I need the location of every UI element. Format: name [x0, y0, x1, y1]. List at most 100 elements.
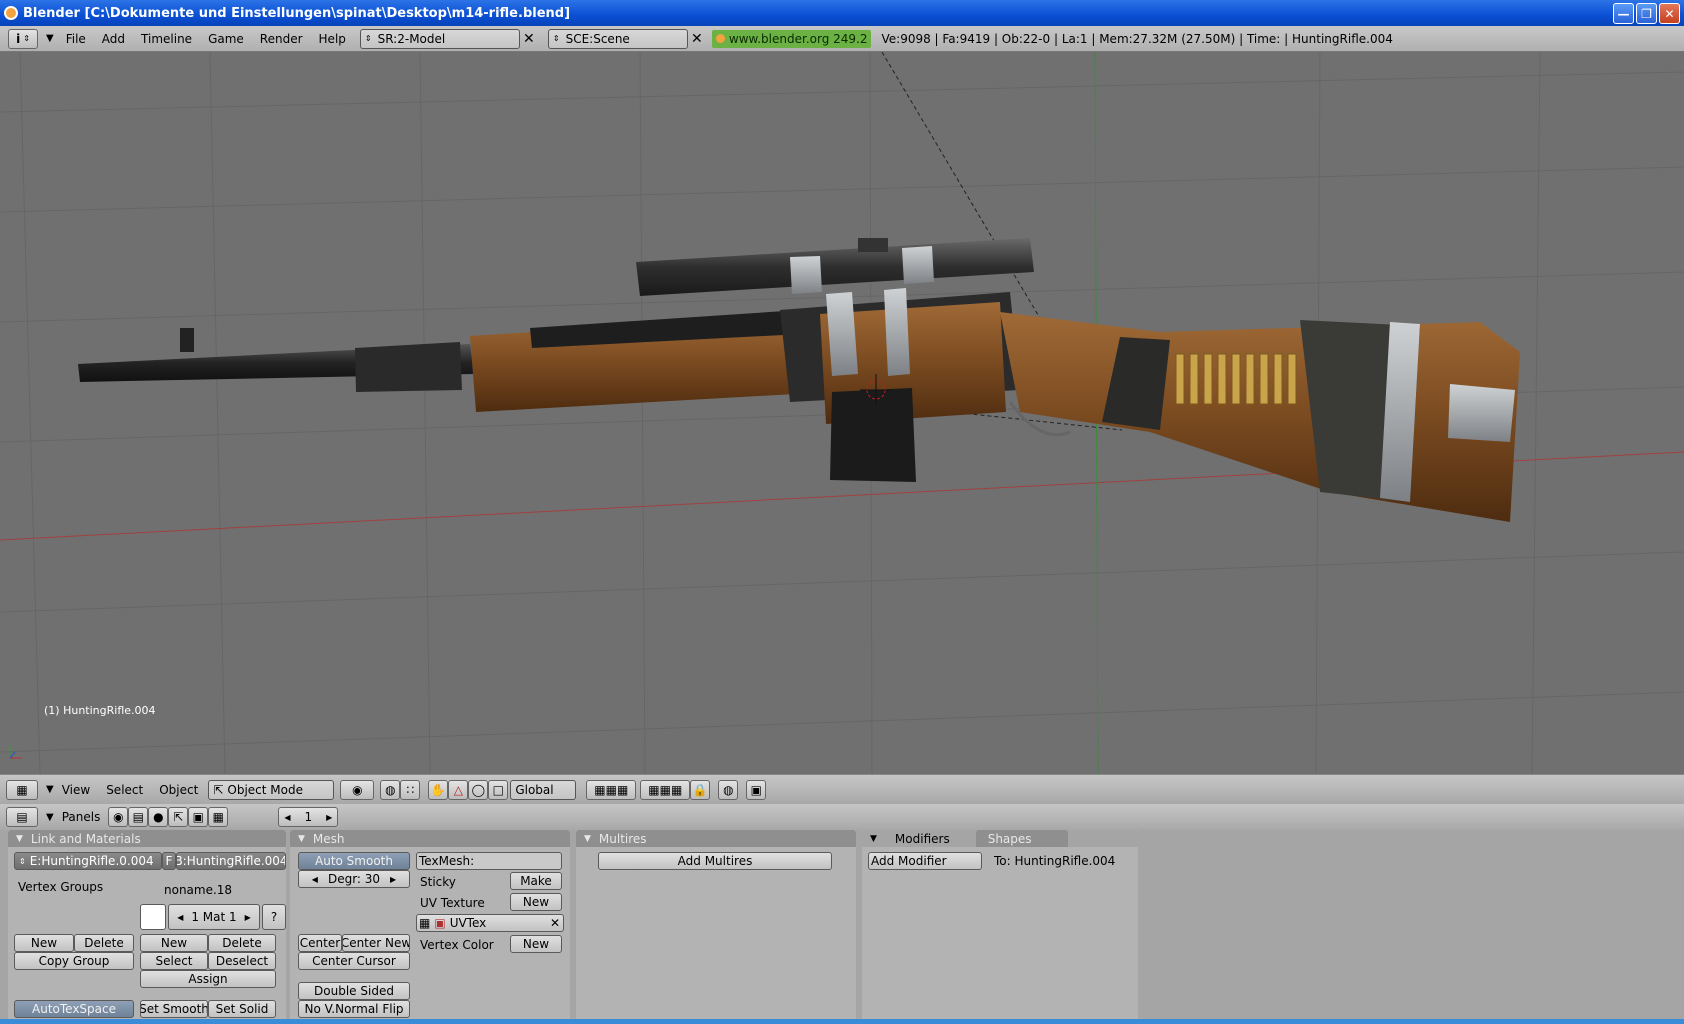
no-vnormal-flip-toggle[interactable]: No V.Normal Flip [298, 1000, 410, 1018]
3d-viewport[interactable]: (1) HuntingRifle.004 [0, 52, 1684, 774]
link-materials-title[interactable]: ▼ Link and Materials [8, 830, 286, 847]
info-menus: File Add Timeline Game Render Help [58, 32, 354, 46]
center-cursor-button[interactable]: Center Cursor [298, 952, 410, 970]
logic-context-button[interactable]: ◉ [108, 807, 129, 827]
maximize-button[interactable]: ❐ [1636, 3, 1657, 24]
material-new-button[interactable]: New [140, 934, 208, 952]
snap-button[interactable]: ∷ [400, 779, 421, 800]
info-icon: i [16, 31, 21, 46]
layers-row-1[interactable]: ▦▦▦ [586, 779, 637, 800]
editor-type-button[interactable]: i ⇕ [8, 28, 38, 49]
menu-select[interactable]: Select [98, 783, 151, 797]
vgroup-delete-button[interactable]: Delete [74, 934, 134, 952]
double-sided-toggle[interactable]: Double Sided [298, 982, 410, 1000]
editor-type-buttons-button[interactable]: ▤ [6, 807, 38, 827]
rotate-manipulator[interactable]: ◯ [468, 779, 489, 800]
set-smooth-button[interactable]: Set Smooth [140, 1000, 208, 1018]
menu-game[interactable]: Game [200, 32, 252, 46]
material-help-button[interactable]: ? [262, 904, 286, 930]
vgroup-new-button[interactable]: New [14, 934, 74, 952]
modifiers-tab[interactable]: Modifiers [895, 832, 950, 846]
render-preview-button[interactable]: ▣ [746, 779, 767, 800]
collapse-menu-icon[interactable]: ▼ [46, 812, 54, 823]
menu-view[interactable]: View [54, 783, 98, 797]
autotexspace-toggle[interactable]: AutoTexSpace [14, 1000, 134, 1018]
circle-icon: ◯ [471, 782, 486, 797]
fake-user-button[interactable]: F [162, 852, 176, 870]
scene-selector[interactable]: ⇕ SCE:Scene [547, 28, 688, 49]
new-label: New [30, 936, 58, 950]
blender-logo-icon [715, 34, 725, 43]
collapse-menu-icon[interactable]: ▼ [46, 784, 54, 795]
blender-app: Blender [C:\Dokumente und Einstellungen\… [0, 0, 1684, 1024]
rifle-model[interactable] [78, 238, 1520, 522]
sticky-make-button[interactable]: Make [510, 872, 562, 890]
menu-object[interactable]: Object [151, 783, 206, 797]
menu-render[interactable]: Render [252, 32, 311, 46]
new-label: New [160, 936, 188, 950]
panel-title: Mesh [312, 831, 345, 846]
object-context-button[interactable]: ⇱ [168, 807, 189, 827]
editing-icon: ▣ [192, 810, 204, 824]
uvtex-layer-field[interactable]: ▦ ▣ UVTex ✕ [416, 914, 564, 932]
object-datablock-field[interactable]: B:HuntingRifle.004 [176, 852, 286, 870]
menu-file[interactable]: File [58, 32, 94, 46]
close-button[interactable]: ✕ [1659, 3, 1680, 24]
hand-icon: ✋ [430, 782, 446, 797]
autotexspace-label: AutoTexSpace [32, 1002, 116, 1016]
menu-help[interactable]: Help [311, 32, 354, 46]
material-assign-button[interactable]: Assign [140, 970, 276, 988]
menu-add[interactable]: Add [94, 32, 133, 46]
set-solid-button[interactable]: Set Solid [208, 1000, 276, 1018]
material-delete-button[interactable]: Delete [208, 934, 276, 952]
opengl-render-button[interactable]: ◍ [718, 779, 739, 800]
texmesh-field[interactable]: TexMesh: [416, 852, 562, 870]
translate-manipulator[interactable]: △ [448, 779, 469, 800]
shading-context-button[interactable]: ● [148, 807, 169, 827]
close-icon[interactable]: ✕ [550, 916, 560, 930]
material-select-button[interactable]: Select [140, 952, 208, 970]
blender-link[interactable]: www.blender.org 249.2 [711, 29, 872, 48]
material-color-swatch[interactable] [140, 904, 166, 930]
auto-smooth-toggle[interactable]: Auto Smooth [298, 852, 410, 870]
editing-context-button[interactable]: ▣ [188, 807, 209, 827]
minimize-button[interactable]: — [1613, 3, 1634, 24]
copy-group-button[interactable]: Copy Group [14, 952, 134, 970]
delete-screen-icon[interactable]: ✕ [520, 29, 538, 49]
delete-scene-icon[interactable]: ✕ [688, 29, 706, 49]
add-modifier-button[interactable]: Add Modifier [868, 852, 982, 870]
center-button[interactable]: Center [298, 934, 342, 952]
manipulator-toggle[interactable]: ✋ [428, 779, 449, 800]
collapse-menu-icon[interactable]: ▼ [46, 33, 54, 44]
mesh-title[interactable]: ▼ Mesh [290, 830, 570, 847]
multires-title[interactable]: ▼ Multires [576, 830, 856, 847]
script-context-button[interactable]: ▤ [128, 807, 149, 827]
screen-selector[interactable]: ⇕ SR:2-Model [359, 28, 520, 49]
draw-type-button[interactable]: ◉ [340, 779, 375, 800]
orientation-selector[interactable]: Global [510, 779, 577, 800]
image-icon: ▣ [434, 916, 446, 930]
mode-selector[interactable]: ⇱ Object Mode [208, 779, 335, 800]
center-new-button[interactable]: Center New [342, 934, 410, 952]
material-deselect-button[interactable]: Deselect [208, 952, 276, 970]
modifiers-title[interactable]: ▼ Modifiers Shapes [862, 830, 1138, 847]
uv-texture-new-button[interactable]: New [510, 893, 562, 911]
mesh-datablock-field[interactable]: ⇕ E:HuntingRifle.0.004 [14, 852, 162, 870]
buttons-header: ▤ ▼ Panels ◉ ▤ ● ⇱ ▣ ▦ ◀ 1 ▶ [0, 804, 1684, 830]
shapes-tab[interactable]: Shapes [975, 830, 1068, 847]
layers-row-2[interactable]: ▦▦▦ [640, 779, 691, 800]
title-bar: Blender [C:\Dokumente und Einstellungen\… [0, 0, 1684, 26]
material-index-field[interactable]: ◀ 1 Mat 1 ▶ [168, 904, 260, 930]
pivot-button[interactable]: ◍ [380, 779, 401, 800]
menu-timeline[interactable]: Timeline [133, 32, 200, 46]
panels-menu[interactable]: Panels [54, 810, 109, 824]
frame-counter[interactable]: ◀ 1 ▶ [278, 807, 339, 827]
scale-manipulator[interactable]: □ [488, 779, 509, 800]
editor-type-3dview-button[interactable]: ▦ [6, 779, 38, 800]
lock-layers-button[interactable]: 🔒 [690, 779, 711, 800]
add-multires-button[interactable]: Add Multires [598, 852, 832, 870]
add-multires-label: Add Multires [677, 854, 753, 868]
vertex-color-new-button[interactable]: New [510, 935, 562, 953]
degree-field[interactable]: ◀ Degr: 30 ▶ [298, 870, 410, 888]
scene-context-button[interactable]: ▦ [208, 807, 229, 827]
